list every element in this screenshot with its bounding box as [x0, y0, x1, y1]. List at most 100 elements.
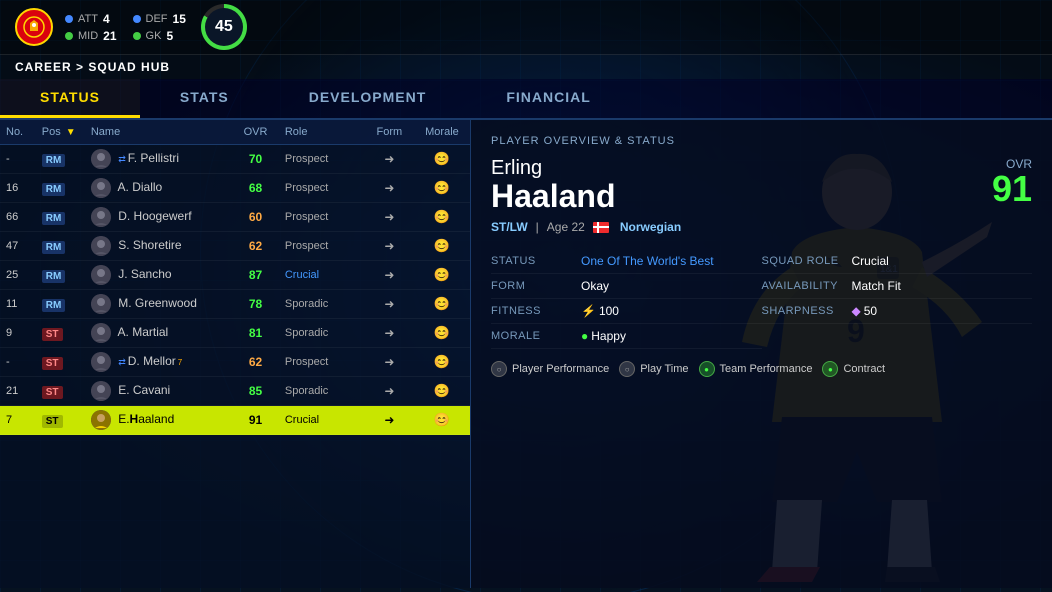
- cell-ovr: 70: [232, 145, 279, 174]
- cell-name: A. Martial: [85, 319, 232, 348]
- cell-role: Sporadic: [279, 377, 365, 406]
- top-bar: ATT 4 MID 21 DEF 15 GK 5 45: [0, 0, 1052, 55]
- stat-value: Okay: [581, 279, 609, 293]
- stat-row: SQUAD ROLE Crucial: [762, 249, 1033, 274]
- badge-icon: ●: [699, 361, 715, 377]
- col-header-name[interactable]: Name: [85, 120, 232, 145]
- ovr-block: OVR 91: [992, 157, 1032, 207]
- cell-role: Sporadic: [279, 290, 365, 319]
- att-value: 4: [103, 12, 110, 26]
- badge-row: ○ Player Performance ○ Play Time ● Team …: [491, 361, 1032, 377]
- stat-value: Match Fit: [852, 279, 901, 293]
- tab-stats[interactable]: STATS: [140, 79, 269, 118]
- cell-name: J. Sancho: [85, 261, 232, 290]
- badge-icon: ●: [822, 361, 838, 377]
- table-row[interactable]: 9 ST A. Martial 81 Sporadic ➜ 😊: [0, 319, 470, 348]
- cell-ovr: 62: [232, 232, 279, 261]
- col-header-role: Role: [279, 120, 365, 145]
- cell-role: Prospect: [279, 203, 365, 232]
- gk-label: GK: [146, 30, 162, 42]
- cell-morale: 😊: [414, 406, 470, 435]
- player-header: Erling Haaland OVR 91: [491, 157, 1032, 212]
- cell-name: D. Hoogewerf: [85, 203, 232, 232]
- badge-item: ● Team Performance: [699, 361, 813, 377]
- cell-no: 7: [0, 406, 36, 435]
- stat-label: MORALE: [491, 330, 581, 342]
- cell-form: ➜: [365, 290, 414, 319]
- table-row[interactable]: 16 RM A. Diallo 68 Prospect ➜ 😊: [0, 174, 470, 203]
- cell-name: ⇄D. Mellor7: [85, 348, 232, 377]
- cell-form: ➜: [365, 319, 414, 348]
- overview-title: PLAYER OVERVIEW & STATUS: [491, 135, 1032, 147]
- mid-label: MID: [78, 30, 98, 42]
- cell-form: ➜: [365, 261, 414, 290]
- breadcrumb-current: SQUAD HUB: [88, 60, 170, 74]
- overall-badge: 45: [201, 4, 247, 50]
- cell-ovr: 91: [232, 406, 279, 435]
- table-row[interactable]: 66 RM D. Hoogewerf 60 Prospect ➜ 😊: [0, 203, 470, 232]
- cell-morale: 😊: [414, 174, 470, 203]
- player-meta: ST/LW | Age 22 Norwegian: [491, 220, 1032, 234]
- badge-icon: ○: [619, 361, 635, 377]
- tab-development[interactable]: DEVELOPMENT: [269, 79, 467, 118]
- overall-value: 45: [215, 18, 233, 36]
- squad-table: No. Pos ▼ Name OVR Role Form Morale - RM: [0, 120, 470, 435]
- stat-label: SQUAD ROLE: [762, 255, 852, 267]
- cell-role: Sporadic: [279, 319, 365, 348]
- table-row[interactable]: - RM ⇄F. Pellistri 70 Prospect ➜ 😊: [0, 145, 470, 174]
- breadcrumb-path: CAREER >: [15, 60, 88, 74]
- cell-pos: RM: [36, 203, 85, 232]
- badge-item: ● Contract: [822, 361, 885, 377]
- tab-financial[interactable]: FINANCIAL: [466, 79, 630, 118]
- player-overview: PLAYER OVERVIEW & STATUS Erling Haaland …: [470, 120, 1052, 588]
- cell-name: E.Haaland: [85, 406, 232, 435]
- mid-value: 21: [103, 29, 116, 43]
- att-label: ATT: [78, 13, 98, 25]
- player-age: Age 22: [547, 220, 585, 234]
- cell-pos: RM: [36, 174, 85, 203]
- cell-form: ➜: [365, 145, 414, 174]
- stat-row: FITNESS ⚡100: [491, 299, 762, 324]
- badge-label: Play Time: [640, 363, 688, 375]
- player-name-block: Erling Haaland: [491, 157, 615, 212]
- table-header: No. Pos ▼ Name OVR Role Form Morale: [0, 120, 470, 145]
- player-first-name: Erling: [491, 157, 615, 180]
- cell-morale: 😊: [414, 261, 470, 290]
- cell-morale: 😊: [414, 348, 470, 377]
- cell-form: ➜: [365, 174, 414, 203]
- cell-form: ➜: [365, 203, 414, 232]
- cell-name: M. Greenwood: [85, 290, 232, 319]
- cell-morale: 😊: [414, 290, 470, 319]
- pos-sort-icon[interactable]: ▼: [66, 127, 76, 138]
- cell-morale: 😊: [414, 319, 470, 348]
- table-row[interactable]: 11 RM M. Greenwood 78 Sporadic ➜ 😊: [0, 290, 470, 319]
- cell-ovr: 62: [232, 348, 279, 377]
- table-row[interactable]: 25 RM J. Sancho 87 Crucial ➜ 😊: [0, 261, 470, 290]
- stat-label: STATUS: [491, 255, 581, 267]
- stat-label: AVAILABILITY: [762, 280, 852, 292]
- cell-morale: 😊: [414, 203, 470, 232]
- ovr-number: 91: [992, 171, 1032, 207]
- cell-pos: ST: [36, 319, 85, 348]
- cell-role: Crucial: [279, 261, 365, 290]
- tab-status[interactable]: STATUS: [0, 79, 140, 118]
- cell-pos: RM: [36, 290, 85, 319]
- table-row[interactable]: 21 ST E. Cavani 85 Sporadic ➜ 😊: [0, 377, 470, 406]
- table-row[interactable]: 47 RM S. Shoretire 62 Prospect ➜ 😊: [0, 232, 470, 261]
- table-row[interactable]: - ST ⇄D. Mellor7 62 Prospect ➜ 😊: [0, 348, 470, 377]
- cell-form: ➜: [365, 348, 414, 377]
- def-value: 15: [173, 12, 186, 26]
- breadcrumb: CAREER > SQUAD HUB: [0, 55, 1052, 79]
- cell-pos: RM: [36, 261, 85, 290]
- badge-item: ○ Play Time: [619, 361, 688, 377]
- cell-no: 25: [0, 261, 36, 290]
- stat-row: AVAILABILITY Match Fit: [762, 274, 1033, 299]
- player-last-name: Haaland: [491, 180, 615, 212]
- stat-value: ⚡100: [581, 304, 619, 318]
- squad-list: No. Pos ▼ Name OVR Role Form Morale - RM: [0, 120, 470, 588]
- cell-form: ➜: [365, 377, 414, 406]
- stat-value: ●Happy: [581, 329, 626, 343]
- cell-pos: ST: [36, 377, 85, 406]
- table-row[interactable]: 7 ST E.Haaland 91 Crucial ➜ 😊: [0, 406, 470, 435]
- cell-role: Prospect: [279, 348, 365, 377]
